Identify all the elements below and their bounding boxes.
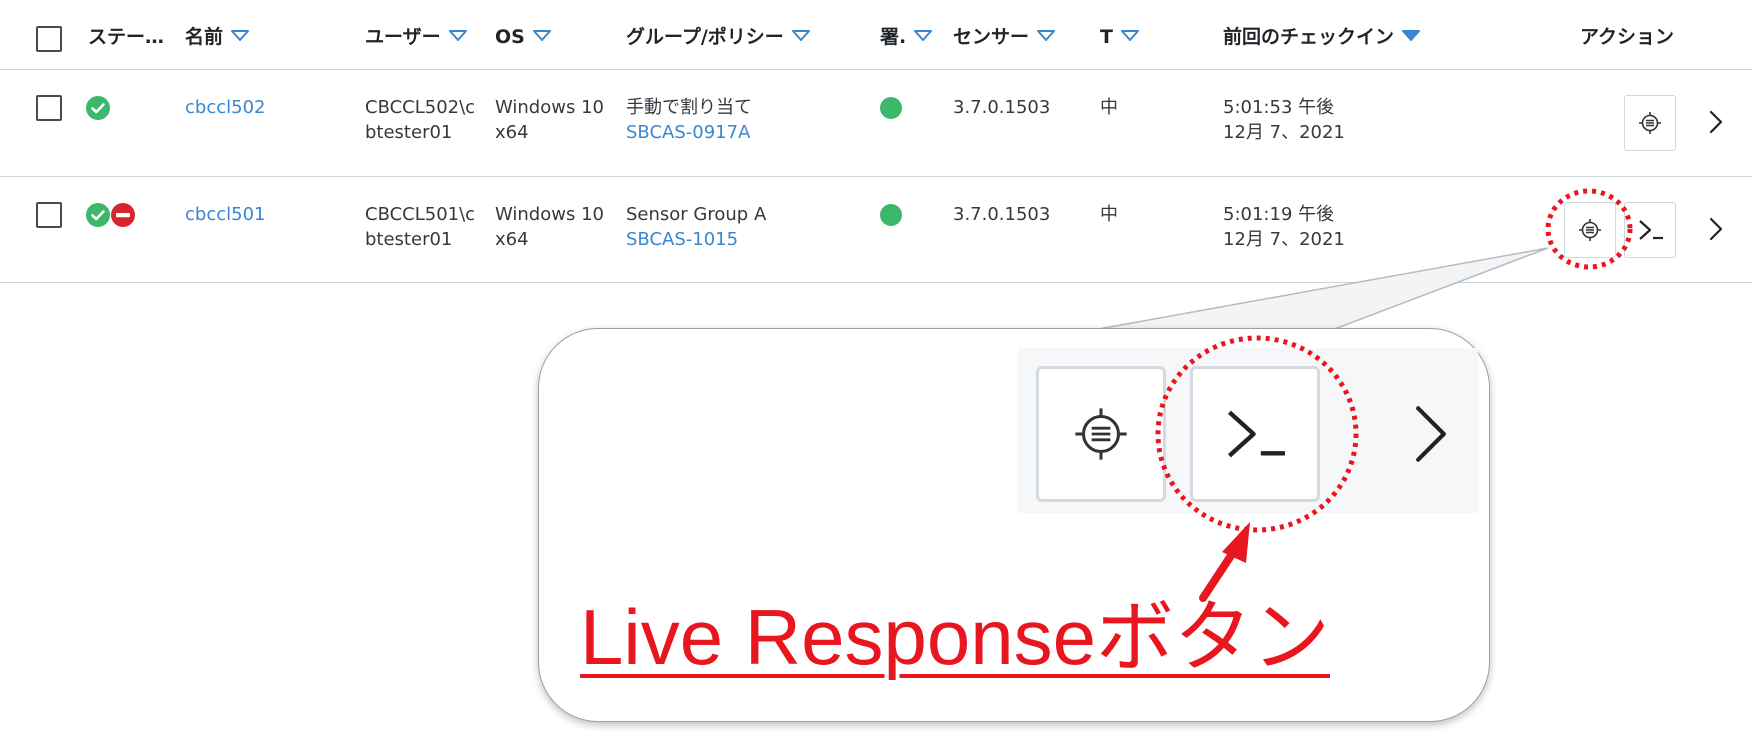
highlight-ring xyxy=(1155,335,1359,533)
highlight-ring xyxy=(1545,188,1633,270)
annotation-overlay xyxy=(1155,188,1633,602)
